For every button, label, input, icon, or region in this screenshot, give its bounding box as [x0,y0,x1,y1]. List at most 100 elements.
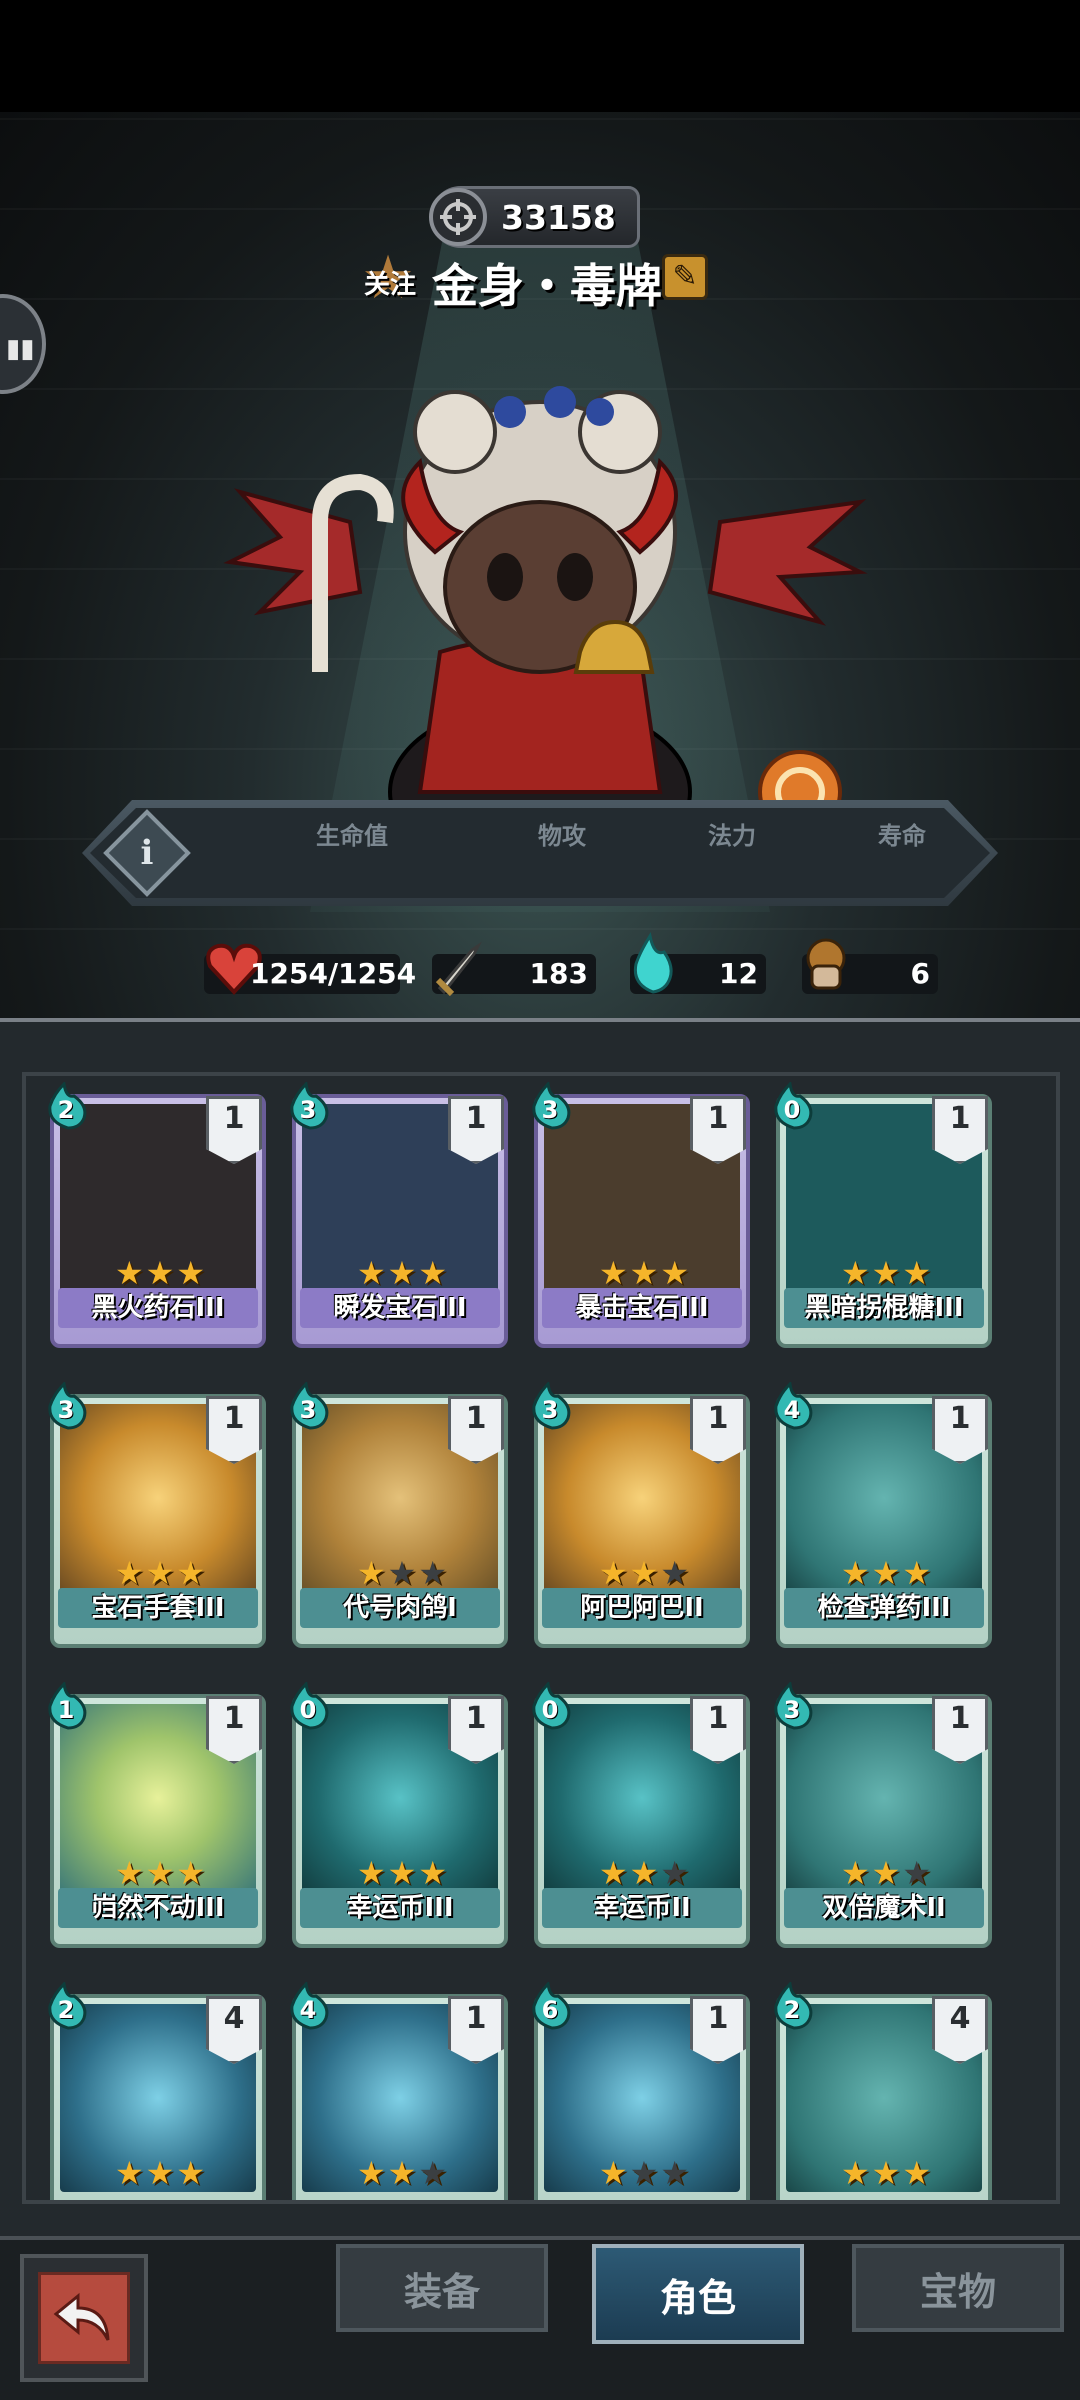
card-level-value: 4 [949,2001,971,2036]
card-slot[interactable]: ★ ★ ★ 暴击宝石III 3 1 [532,1080,750,1348]
bottom-nav: 装备 角色 宝物 [0,2236,1080,2400]
card-slot[interactable]: ★ ★ ★ 2 4 [774,1980,992,2200]
mana-cost-badge: 3 [288,1080,332,1130]
card-level-value: 1 [707,1701,729,1736]
mana-cost-value: 0 [783,1096,801,1124]
star-icon: ★ [840,1854,870,1892]
life-label: 寿命 [878,822,926,850]
status-bar [0,0,1080,112]
star-icon: ★ [598,1854,628,1892]
star-icon: ★ [387,1554,417,1592]
mana-cost-badge: 3 [288,1380,332,1430]
card-stars: ★ ★ ★ [332,1256,472,1290]
mana-cost-badge: 3 [530,1380,574,1430]
life-value: 6 [910,957,930,990]
back-button[interactable] [20,2254,148,2382]
power-badge: 33158 [429,186,640,248]
card-name: 暴击宝石III [542,1288,742,1328]
mana-cost-value: 1 [57,1696,75,1724]
card-slot[interactable]: ★ ★ ★ 双倍魔术II 3 1 [774,1680,992,1948]
star-icon: ★ [145,1854,175,1892]
mana-cost-badge: 2 [46,1080,90,1130]
card-stars: ★ ★ ★ [90,2156,230,2190]
star-icon: ★ [598,1254,628,1292]
star-icon: ★ [902,2154,932,2192]
card-name: 黑暗拐棍糖III [784,1288,984,1328]
mana-cost-value: 3 [541,1396,559,1424]
card-name: 岿然不动III [58,1888,258,1928]
card-slot[interactable]: ★ ★ ★ 瞬发宝石III 3 1 [290,1080,508,1348]
star-icon: ★ [387,1854,417,1892]
mana-value: 12 [719,957,758,990]
card-level-value: 1 [707,1401,729,1436]
star-icon: ★ [871,1854,901,1892]
card-slot[interactable]: ★ ★ ★ 宝石手套III 3 1 [48,1380,266,1648]
card-slot[interactable]: ★ ★ ★ 黑火药石III 2 1 [48,1080,266,1348]
card-slot[interactable]: ★ ★ ★ 黑暗拐棍糖III 0 1 [774,1080,992,1348]
card-name: 宝石手套III [58,1588,258,1628]
star-icon: ★ [114,1854,144,1892]
star-icon: ★ [114,1554,144,1592]
card-slot[interactable]: ★ ★ ★ 6 1 [532,1980,750,2200]
star-icon: ★ [176,2154,206,2192]
card-slot[interactable]: ★ ★ ★ 检查弹药III 4 1 [774,1380,992,1648]
card-level-value: 1 [949,1701,971,1736]
hp-label: 生命值 [316,822,388,850]
mana-cost-badge: 0 [772,1080,816,1130]
atk-label: 物攻 [538,822,586,850]
star-icon: ★ [902,1554,932,1592]
card-name: 代号肉鸽I [300,1588,500,1628]
mana-cost-value: 0 [299,1696,317,1724]
star-icon: ★ [902,1254,932,1292]
star-icon: ★ [176,1854,206,1892]
card-name: 阿巴阿巴II [542,1588,742,1628]
card-slot[interactable]: ★ ★ ★ 幸运币III 0 1 [290,1680,508,1948]
star-icon: ★ [418,1854,448,1892]
mana-cost-value: 3 [57,1396,75,1424]
star-icon: ★ [629,1554,659,1592]
edit-icon[interactable]: ✎ [662,254,708,300]
mana-cost-value: 0 [541,1696,559,1724]
crosshair-icon [429,188,487,246]
star-icon: ★ [871,2154,901,2192]
follow-button[interactable]: 关注 [364,264,416,301]
card-level-value: 1 [465,1101,487,1136]
card-slot[interactable]: ★ ★ ★ 阿巴阿巴II 3 1 [532,1380,750,1648]
mana-cost-value: 2 [57,1996,75,2024]
tab-treasure[interactable]: 宝物 [852,2244,1064,2332]
card-level-value: 1 [465,1401,487,1436]
star-icon: ★ [598,1554,628,1592]
star-icon: ★ [418,1554,448,1592]
star-icon: ★ [660,1254,690,1292]
star-icon: ★ [387,1254,417,1292]
star-icon: ★ [176,1254,206,1292]
back-arrow-icon [53,2292,110,2341]
card-slot[interactable]: ★ ★ ★ 4 1 [290,1980,508,2200]
card-slot[interactable]: ★ ★ ★ 2 4 [48,1980,266,2200]
card-stars: ★ ★ ★ [816,1556,956,1590]
card-name: 幸运币III [300,1888,500,1928]
star-icon: ★ [418,2154,448,2192]
star-icon: ★ [660,1554,690,1592]
card-stars: ★ ★ ★ [816,1256,956,1290]
card-stars: ★ ★ ★ [574,1556,714,1590]
tab-equipment[interactable]: 装备 [336,2244,548,2332]
card-level-value: 1 [223,1701,245,1736]
card-stars: ★ ★ ★ [90,1256,230,1290]
mana-cost-badge: 3 [46,1380,90,1430]
side-tab-eyes-icon: ▮▮ [6,334,35,364]
card-name: 幸运币II [542,1888,742,1928]
card-level-value: 1 [707,2001,729,2036]
card-stars: ★ ★ ★ [332,2156,472,2190]
card-level-value: 1 [465,1701,487,1736]
lifespan-icon [806,938,846,990]
mana-cost-badge: 3 [772,1680,816,1730]
star-icon: ★ [418,1254,448,1292]
card-slot[interactable]: ★ ★ ★ 幸运币II 0 1 [532,1680,750,1948]
card-slot[interactable]: ★ ★ ★ 代号肉鸽I 3 1 [290,1380,508,1648]
mana-cost-badge: 2 [772,1980,816,2030]
card-stars: ★ ★ ★ [90,1556,230,1590]
card-slot[interactable]: ★ ★ ★ 岿然不动III 1 1 [48,1680,266,1948]
tab-character[interactable]: 角色 [592,2244,804,2344]
sword-icon [435,941,482,996]
